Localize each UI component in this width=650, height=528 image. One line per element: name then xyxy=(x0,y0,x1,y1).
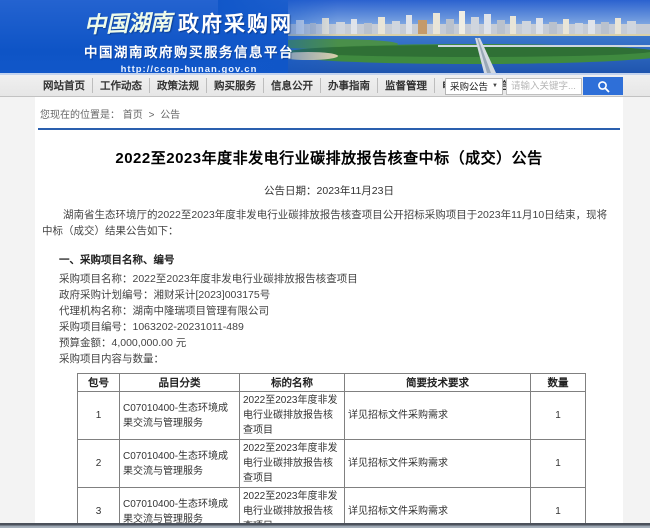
search-icon xyxy=(597,80,610,93)
field-line: 采购项目名称：2022至2023年度非发电行业碳排放报告核查项目 xyxy=(59,271,621,287)
search-category-label: 采购公告 xyxy=(450,79,488,93)
table-cell: 详见招标文件采购需求 xyxy=(345,440,531,488)
announcement-intro: 湖南省生态环境厅的2022至2023年度非发电行业碳排放报告核查项目公开招标采购… xyxy=(42,207,616,239)
nav-item-2[interactable]: 工作动态 xyxy=(92,78,149,93)
nav-item-3[interactable]: 政策法规 xyxy=(149,78,206,93)
table-cell: 2 xyxy=(78,440,120,488)
table-header-cell: 标的名称 xyxy=(240,374,345,392)
breadcrumb-current[interactable]: 公告 xyxy=(160,110,180,121)
nav-item-7[interactable]: 监督管理 xyxy=(377,78,434,93)
breadcrumb-home[interactable]: 首页 xyxy=(123,110,143,121)
table-cell: 2022至2023年度非发电行业碳排放报告核查项目 xyxy=(240,488,345,528)
logo-calligraphy: 中国湖南 xyxy=(83,4,172,39)
nav-item-6[interactable]: 办事指南 xyxy=(320,78,377,93)
table-cell: 详见招标文件采购需求 xyxy=(345,392,531,440)
table-header-cell: 包号 xyxy=(78,374,120,392)
logo-title: 政府采购网 xyxy=(178,8,293,38)
section1-heading: 一、采购项目名称、编号 xyxy=(59,252,621,268)
window-bottom-edge xyxy=(0,523,650,528)
announcement-title: 2022至2023年度非发电行业碳排放报告核查中标（成交）公告 xyxy=(37,147,621,168)
table-cell: 1 xyxy=(531,392,586,440)
table-header-row: 包号品目分类标的名称简要技术要求数量 xyxy=(78,374,586,392)
table-row: 2C07010400-生态环境成果交流与管理服务2022至2023年度非发电行业… xyxy=(78,440,586,488)
table-cell: 2022至2023年度非发电行业碳排放报告核查项目 xyxy=(240,440,345,488)
field-line: 预算金额：4,000,000.00 元 xyxy=(59,335,621,351)
field-line: 政府采购计划编号：湘财采计[2023]003175号 xyxy=(59,287,621,303)
table-cell: C07010400-生态环境成果交流与管理服务 xyxy=(120,392,240,440)
city-skyline-photo xyxy=(288,0,650,73)
site-logo: 中国湖南 政府采购网 中国湖南政府购买服务信息平台 http://ccgp-hu… xyxy=(84,6,294,75)
field-line: 采购项目内容与数量： xyxy=(59,351,621,367)
breadcrumb: 您现在的位置是： 首页 > 公告 xyxy=(37,97,621,128)
search-category-select[interactable]: 采购公告 ▼ xyxy=(445,78,503,95)
search-input[interactable] xyxy=(506,78,582,95)
table-cell: 1 xyxy=(531,488,586,528)
title-divider xyxy=(38,128,620,130)
site-header: 中国湖南 政府采购网 中国湖南政府购买服务信息平台 http://ccgp-hu… xyxy=(0,0,650,75)
field-line: 采购项目编号：1063202-20231011-489 xyxy=(59,319,621,335)
main-nav: 网站首页工作动态政策法规购买服务信息公开办事指南监督管理电子卖场合同融资 采购公… xyxy=(0,75,650,97)
chevron-down-icon: ▼ xyxy=(492,83,498,89)
table-cell: 详见招标文件采购需求 xyxy=(345,488,531,528)
table-cell: 2022至2023年度非发电行业碳排放报告核查项目 xyxy=(240,392,345,440)
search-group: 采购公告 ▼ xyxy=(445,77,623,95)
breadcrumb-separator: > xyxy=(149,110,155,121)
table-cell: C07010400-生态环境成果交流与管理服务 xyxy=(120,440,240,488)
table-header-cell: 简要技术要求 xyxy=(345,374,531,392)
content-panel: 您现在的位置是： 首页 > 公告 2022至2023年度非发电行业碳排放报告核查… xyxy=(35,97,623,528)
field-line: 代理机构名称：湖南中隆瑞项目管理有限公司 xyxy=(59,303,621,319)
logo-url: http://ccgp-hunan.gov.cn xyxy=(84,64,294,75)
table-row: 3C07010400-生态环境成果交流与管理服务2022至2023年度非发电行业… xyxy=(78,488,586,528)
nav-item-1[interactable]: 网站首页 xyxy=(36,78,92,93)
project-info-fields: 采购项目名称：2022至2023年度非发电行业碳排放报告核查项目政府采购计划编号… xyxy=(37,271,621,367)
table-row: 1C07010400-生态环境成果交流与管理服务2022至2023年度非发电行业… xyxy=(78,392,586,440)
logo-subtitle: 中国湖南政府购买服务信息平台 xyxy=(84,41,294,61)
table-cell: 3 xyxy=(78,488,120,528)
page-body: 您现在的位置是： 首页 > 公告 2022至2023年度非发电行业碳排放报告核查… xyxy=(0,97,650,526)
table-cell: 1 xyxy=(531,440,586,488)
nav-item-4[interactable]: 购买服务 xyxy=(206,78,263,93)
table-cell: C07010400-生态环境成果交流与管理服务 xyxy=(120,488,240,528)
table-cell: 1 xyxy=(78,392,120,440)
breadcrumb-prefix: 您现在的位置是： xyxy=(40,110,120,121)
announcement-date: 公告日期：2023年11月23日 xyxy=(37,183,621,198)
search-button[interactable] xyxy=(583,77,623,95)
table-header-cell: 品目分类 xyxy=(120,374,240,392)
items-table: 包号品目分类标的名称简要技术要求数量 1C07010400-生态环境成果交流与管… xyxy=(77,373,586,528)
table-header-cell: 数量 xyxy=(531,374,586,392)
nav-item-5[interactable]: 信息公开 xyxy=(263,78,320,93)
